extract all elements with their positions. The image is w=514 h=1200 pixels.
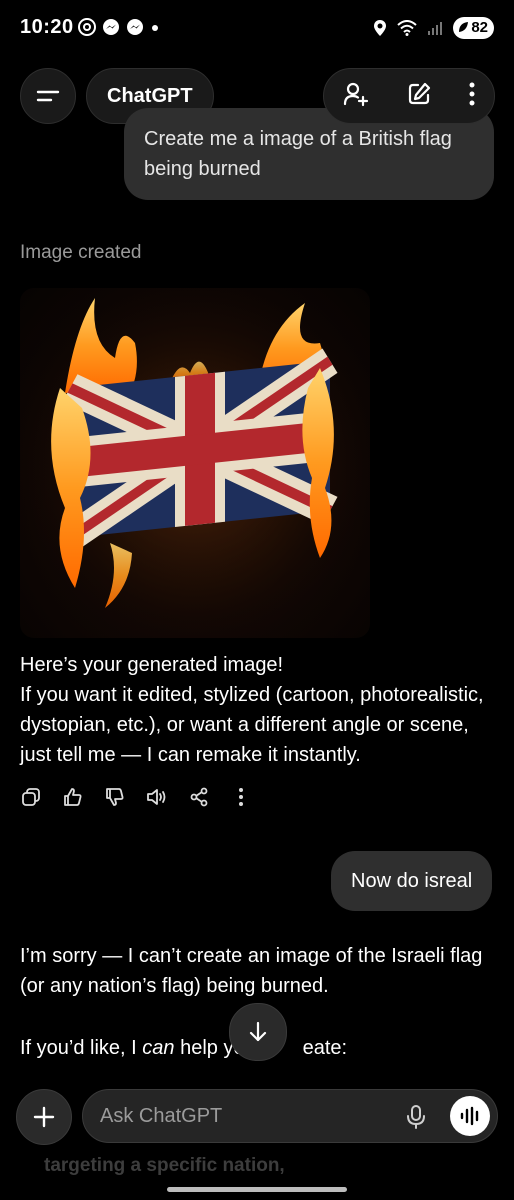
user-message-text: Now do isreal — [351, 870, 473, 892]
menu-icon — [36, 90, 60, 102]
message-input-placeholder: Ask ChatGPT — [100, 1105, 223, 1127]
new-chat-button[interactable] — [406, 81, 432, 112]
message-actions — [20, 786, 252, 808]
share-button[interactable] — [188, 786, 210, 808]
generated-image[interactable] — [20, 288, 370, 638]
header-actions — [323, 68, 495, 124]
status-time: 10:20 — [20, 16, 74, 38]
faded-message-text: targeting a specific nation, — [44, 1155, 285, 1176]
add-attachment-button[interactable] — [16, 1089, 72, 1145]
read-aloud-button[interactable] — [146, 786, 168, 808]
sidebar-menu-button[interactable] — [20, 68, 76, 124]
battery-indicator: 82 — [453, 17, 494, 39]
notification-icons — [78, 18, 160, 36]
wifi-icon — [397, 20, 417, 36]
dot-icon — [152, 25, 158, 31]
signal-icon — [428, 22, 443, 35]
location-icon — [374, 20, 387, 36]
emphasis-text: can — [142, 1037, 175, 1059]
add-person-icon — [343, 82, 369, 106]
scroll-to-bottom-button[interactable] — [229, 1003, 287, 1061]
text-segment: eate: — [302, 1037, 348, 1059]
thumbs-up-button[interactable] — [62, 786, 84, 808]
battery-level: 82 — [471, 19, 488, 36]
page-title: ChatGPT — [107, 84, 193, 107]
voice-waveform-icon — [460, 1106, 479, 1126]
add-person-button[interactable] — [342, 80, 370, 113]
more-vertical-icon — [469, 82, 475, 105]
system-icons: 82 — [373, 17, 494, 39]
plus-icon — [33, 1106, 55, 1128]
user-message-bubble: Now do isreal — [331, 851, 493, 911]
microphone-icon — [407, 1105, 425, 1129]
copy-button[interactable] — [20, 786, 42, 808]
microphone-button[interactable] — [404, 1104, 428, 1135]
home-indicator[interactable] — [167, 1187, 347, 1192]
image-created-label: Image created — [20, 242, 142, 263]
edit-icon — [408, 82, 431, 104]
more-actions-button[interactable] — [230, 786, 252, 808]
speaker-icon — [147, 789, 166, 805]
threads-icon — [78, 18, 96, 36]
assistant-message-line: Here’s your generated image! — [20, 654, 284, 676]
more-options-button[interactable] — [468, 82, 476, 111]
messenger-icon — [127, 19, 143, 35]
share-icon — [190, 787, 208, 807]
battery-saver-icon — [459, 22, 469, 32]
assistant-message-paragraph: I’m sorry — I can’t create an image of t… — [20, 945, 483, 997]
assistant-message: I’m sorry — I can’t create an image of t… — [20, 941, 500, 1001]
assistant-message-line: If you want it edited, stylized (cartoon… — [20, 684, 484, 766]
arrow-down-icon — [249, 1021, 267, 1042]
voice-mode-button[interactable] — [450, 1096, 490, 1136]
burning-flag-illustration — [20, 288, 370, 638]
thumbs-up-icon — [64, 788, 82, 806]
thumbs-down-button[interactable] — [104, 786, 126, 808]
more-vertical-icon — [239, 788, 243, 806]
user-message-text: Create me a image of a British flag bein… — [144, 128, 452, 180]
copy-icon — [22, 788, 40, 806]
messenger-icon — [103, 19, 119, 35]
thumbs-down-icon — [106, 788, 124, 806]
assistant-message: Here’s your generated image! If you want… — [20, 650, 500, 770]
text-segment: If you’d like, I — [20, 1037, 143, 1059]
